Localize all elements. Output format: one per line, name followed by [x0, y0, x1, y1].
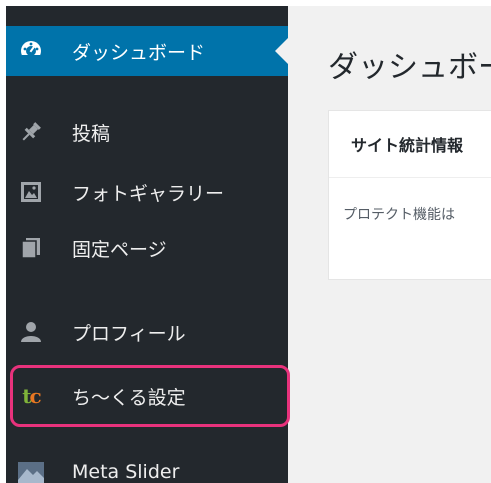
sidebar-item-label: Meta Slider: [72, 461, 180, 483]
pages-icon: [18, 235, 44, 261]
screenshot-frame: ダッシュボード 投稿 フォトギャラリー 固定ページ プロフィール t c ち〜く…: [6, 6, 491, 483]
sidebar-item-dashboard[interactable]: ダッシュボード: [6, 26, 288, 76]
sidebar-item-label: 投稿: [72, 122, 111, 145]
admin-sidebar: ダッシュボード 投稿 フォトギャラリー 固定ページ プロフィール t c ち〜く…: [6, 6, 290, 483]
active-indicator: [275, 38, 288, 64]
widget-title[interactable]: サイト統計情報: [329, 111, 491, 178]
main-content: ダッシュボー サイト統計情報 プロテクト機能は: [288, 6, 491, 483]
sidebar-item-label: 固定ページ: [72, 238, 167, 261]
sidebar-item-profile[interactable]: プロフィール: [6, 312, 288, 352]
sidebar-item-label: フォトギャラリー: [72, 182, 225, 205]
pin-icon: [18, 119, 44, 145]
highlight-frame: [10, 365, 290, 427]
sidebar-item-photo-gallery[interactable]: フォトギャラリー: [6, 172, 288, 212]
widget-body-text: プロテクト機能は: [343, 207, 455, 223]
dashboard-icon: [18, 38, 44, 64]
page-title: ダッシュボー: [328, 50, 491, 85]
site-stats-widget: サイト統計情報 プロテクト機能は: [328, 110, 491, 280]
sidebar-item-posts[interactable]: 投稿: [6, 112, 288, 152]
sidebar-item-label: ダッシュボード: [72, 41, 206, 64]
sidebar-item-meta-slider[interactable]: Meta Slider: [6, 452, 288, 483]
meta-slider-icon: [18, 459, 44, 483]
gallery-icon: [18, 179, 44, 205]
sidebar-item-pages[interactable]: 固定ページ: [6, 228, 288, 268]
sidebar-item-label: プロフィール: [72, 322, 186, 345]
user-icon: [18, 319, 44, 345]
